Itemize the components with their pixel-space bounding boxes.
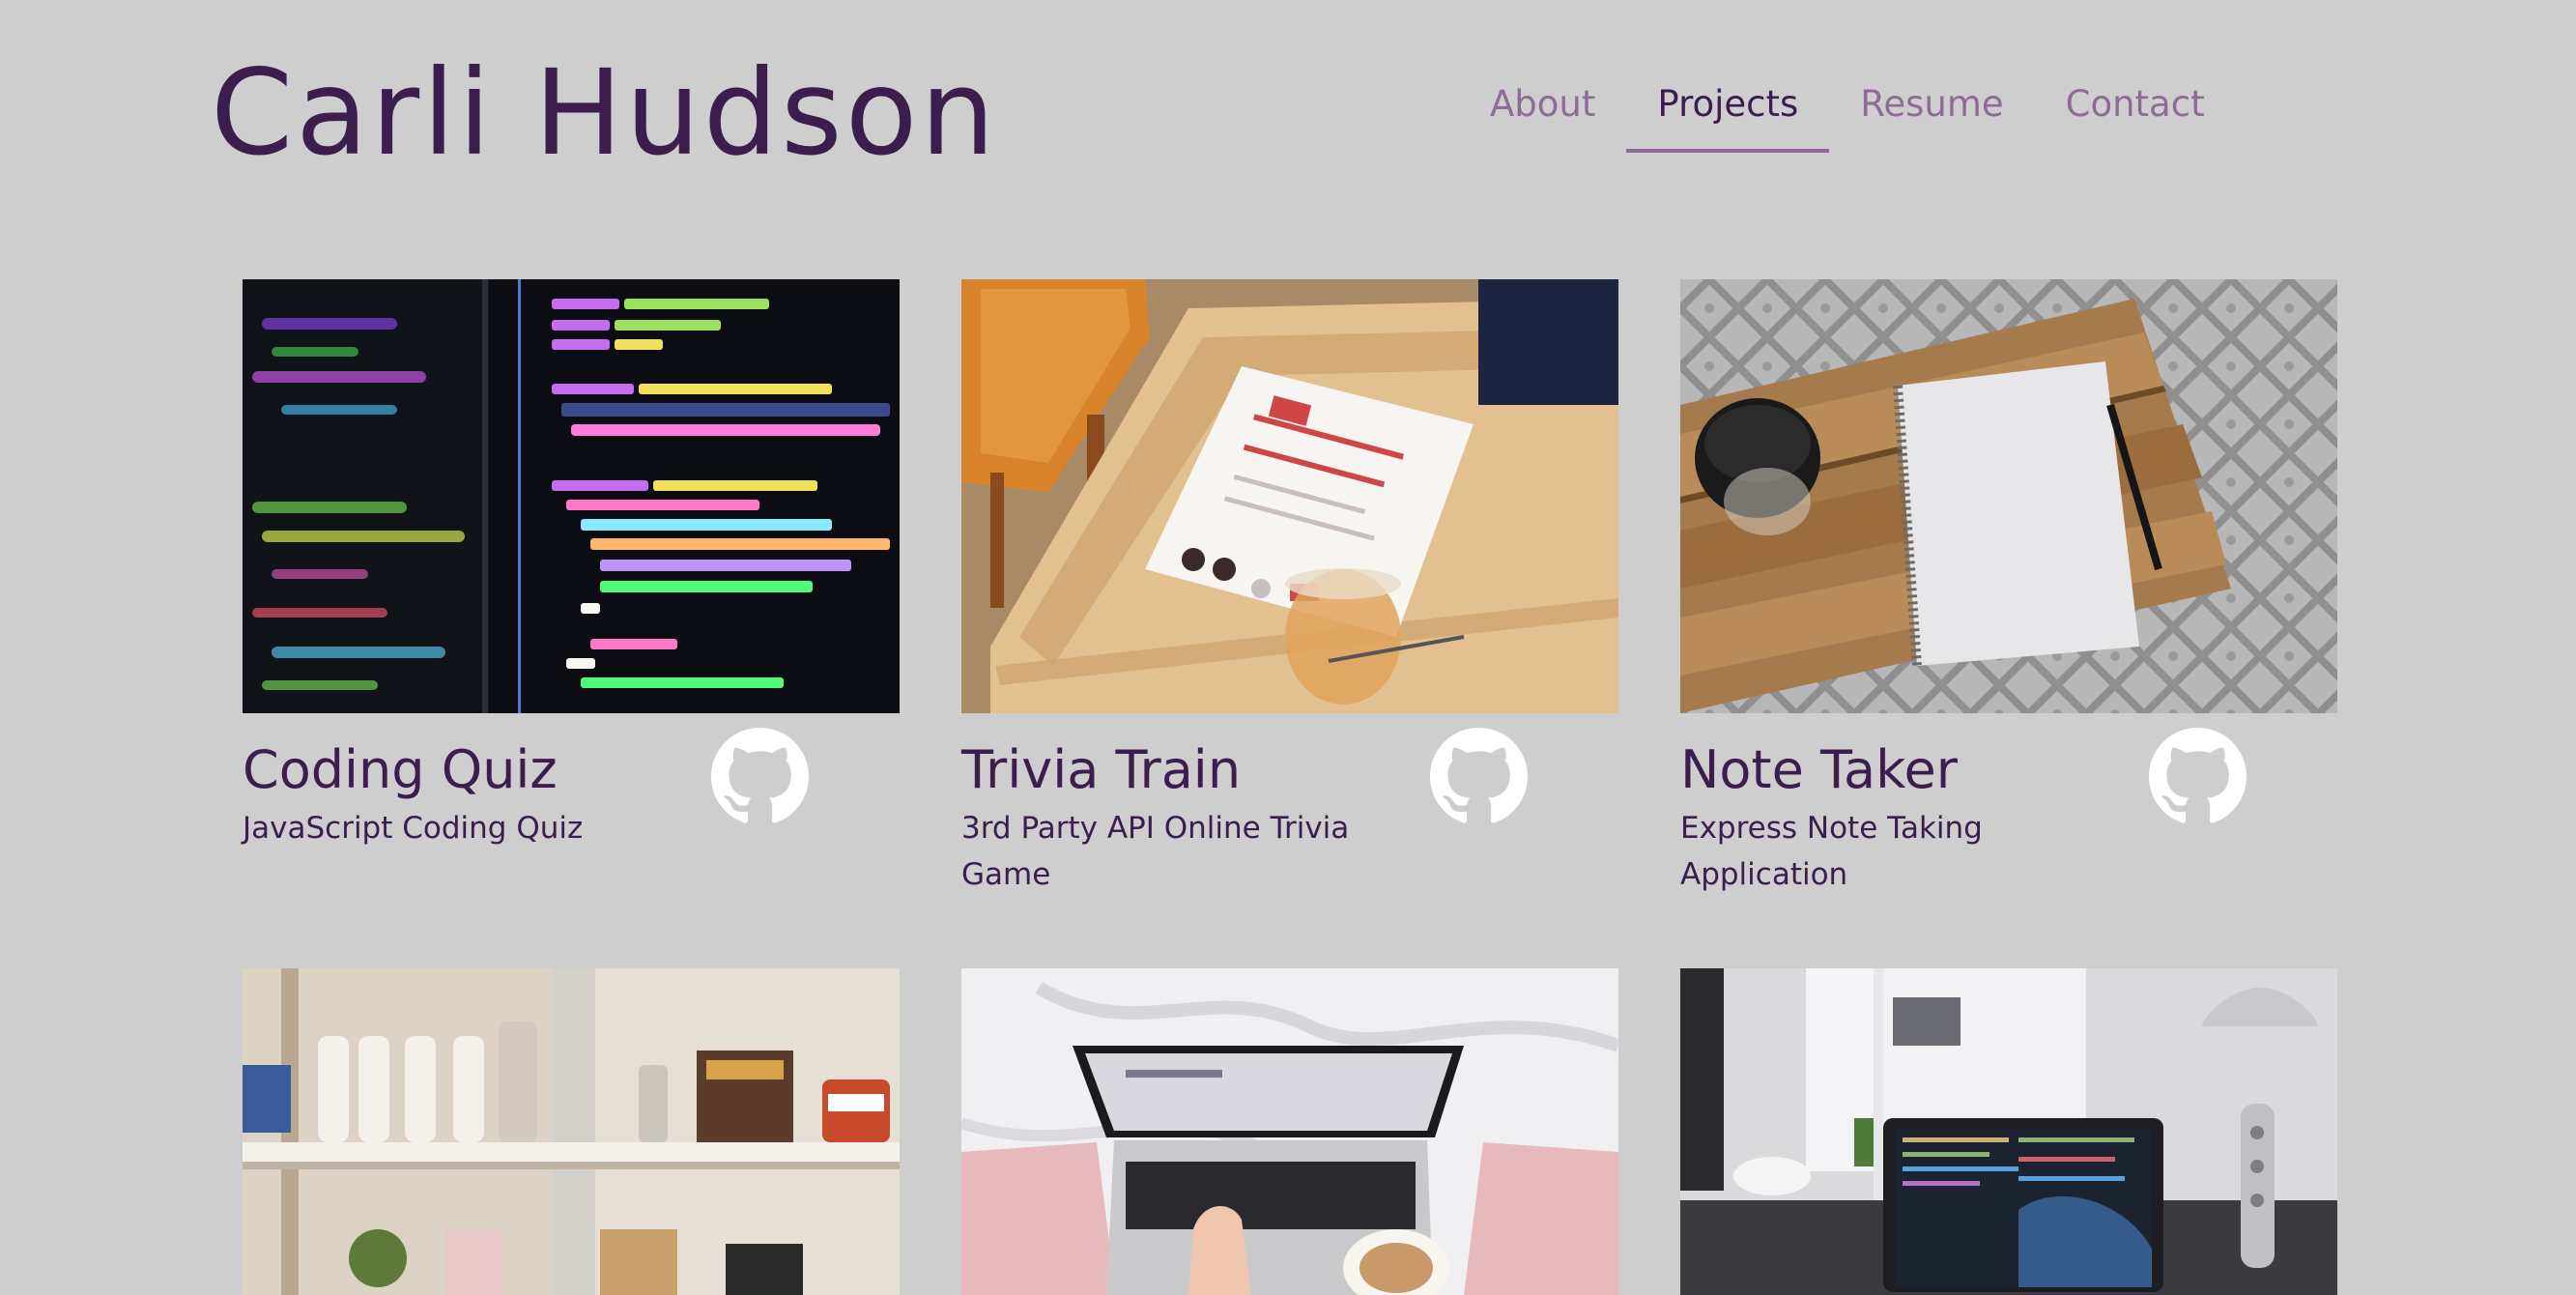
nav-resume[interactable]: Resume: [1829, 75, 2034, 153]
project-image-laptop-on-desk[interactable]: [1680, 968, 2337, 1295]
project-description: JavaScript Coding Quiz: [243, 811, 584, 846]
project-title: Note Taker: [1680, 739, 1958, 800]
project-image-laptop-on-bed[interactable]: [961, 968, 1618, 1295]
github-link[interactable]: [2149, 728, 2247, 825]
main-nav: About Projects Resume Contact: [1459, 75, 2236, 153]
github-link[interactable]: [711, 728, 809, 825]
project-title: Coding Quiz: [243, 739, 558, 800]
project-image-code-on-monitor[interactable]: [243, 279, 900, 713]
github-icon: [711, 728, 809, 823]
project-title: Trivia Train: [961, 739, 1242, 800]
project-description: Express Note Taking Application: [1680, 811, 1983, 892]
site-title: Carli Hudson: [211, 44, 998, 182]
nav-projects[interactable]: Projects: [1626, 75, 1830, 153]
nav-about[interactable]: About: [1459, 75, 1626, 153]
project-image-notebook-on-table[interactable]: [1680, 279, 2337, 713]
nav-contact[interactable]: Contact: [2035, 75, 2236, 153]
github-icon: [1430, 728, 1528, 823]
github-icon: [2149, 728, 2247, 823]
github-link[interactable]: [1430, 728, 1528, 825]
project-image-trivia-sheet[interactable]: [961, 279, 1618, 713]
project-description: 3rd Party API Online Trivia Game: [961, 811, 1350, 892]
project-image-kitchen-shelves[interactable]: [243, 968, 900, 1295]
